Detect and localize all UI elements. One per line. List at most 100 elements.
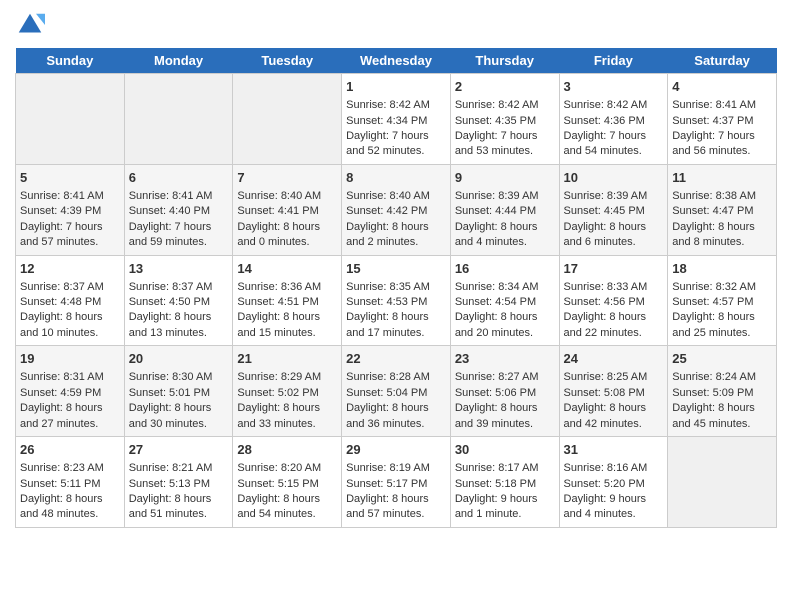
- day-content: Daylight: 8 hours and 42 minutes.: [564, 401, 664, 432]
- day-content: Sunrise: 8:40 AM: [346, 189, 446, 204]
- day-content: Sunset: 4:57 PM: [672, 295, 772, 310]
- day-content: Daylight: 8 hours and 10 minutes.: [20, 310, 120, 341]
- day-number: 24: [564, 350, 664, 368]
- calendar-cell: 10Sunrise: 8:39 AMSunset: 4:45 PMDayligh…: [559, 164, 668, 255]
- header-thursday: Thursday: [450, 48, 559, 74]
- day-number: 10: [564, 169, 664, 187]
- day-number: 5: [20, 169, 120, 187]
- day-content: Sunset: 5:18 PM: [455, 477, 555, 492]
- day-content: Sunrise: 8:42 AM: [346, 98, 446, 113]
- day-content: Sunrise: 8:16 AM: [564, 461, 664, 476]
- calendar-cell: 5Sunrise: 8:41 AMSunset: 4:39 PMDaylight…: [16, 164, 125, 255]
- day-content: Sunrise: 8:29 AM: [237, 370, 337, 385]
- day-number: 23: [455, 350, 555, 368]
- day-content: Sunrise: 8:41 AM: [129, 189, 229, 204]
- calendar-cell: 20Sunrise: 8:30 AMSunset: 5:01 PMDayligh…: [124, 346, 233, 437]
- calendar-cell: 21Sunrise: 8:29 AMSunset: 5:02 PMDayligh…: [233, 346, 342, 437]
- day-content: Sunrise: 8:25 AM: [564, 370, 664, 385]
- day-content: Sunset: 4:37 PM: [672, 114, 772, 129]
- day-number: 17: [564, 260, 664, 278]
- day-content: Sunrise: 8:38 AM: [672, 189, 772, 204]
- day-content: Daylight: 7 hours and 56 minutes.: [672, 129, 772, 160]
- day-content: Sunrise: 8:20 AM: [237, 461, 337, 476]
- calendar-cell: 1Sunrise: 8:42 AMSunset: 4:34 PMDaylight…: [342, 74, 451, 165]
- calendar-header-row: SundayMondayTuesdayWednesdayThursdayFrid…: [16, 48, 777, 74]
- day-content: Daylight: 8 hours and 13 minutes.: [129, 310, 229, 341]
- calendar-week-row: 1Sunrise: 8:42 AMSunset: 4:34 PMDaylight…: [16, 74, 777, 165]
- day-content: Sunset: 4:53 PM: [346, 295, 446, 310]
- day-number: 22: [346, 350, 446, 368]
- calendar-cell: 15Sunrise: 8:35 AMSunset: 4:53 PMDayligh…: [342, 255, 451, 346]
- day-content: Sunrise: 8:41 AM: [672, 98, 772, 113]
- calendar-cell: 12Sunrise: 8:37 AMSunset: 4:48 PMDayligh…: [16, 255, 125, 346]
- day-number: 27: [129, 441, 229, 459]
- day-number: 26: [20, 441, 120, 459]
- day-content: Sunrise: 8:36 AM: [237, 280, 337, 295]
- day-content: Sunset: 4:44 PM: [455, 204, 555, 219]
- day-number: 19: [20, 350, 120, 368]
- day-number: 29: [346, 441, 446, 459]
- day-number: 16: [455, 260, 555, 278]
- day-number: 2: [455, 78, 555, 96]
- day-content: Sunset: 4:41 PM: [237, 204, 337, 219]
- day-content: Sunset: 5:09 PM: [672, 386, 772, 401]
- header-friday: Friday: [559, 48, 668, 74]
- calendar-week-row: 5Sunrise: 8:41 AMSunset: 4:39 PMDaylight…: [16, 164, 777, 255]
- day-content: Daylight: 8 hours and 15 minutes.: [237, 310, 337, 341]
- day-content: Sunset: 5:06 PM: [455, 386, 555, 401]
- day-content: Sunrise: 8:37 AM: [129, 280, 229, 295]
- day-content: Sunrise: 8:32 AM: [672, 280, 772, 295]
- calendar-cell: [233, 74, 342, 165]
- calendar-cell: 3Sunrise: 8:42 AMSunset: 4:36 PMDaylight…: [559, 74, 668, 165]
- day-content: Daylight: 8 hours and 2 minutes.: [346, 220, 446, 251]
- page-header: [15, 10, 777, 40]
- day-content: Daylight: 7 hours and 54 minutes.: [564, 129, 664, 160]
- day-content: Sunset: 5:13 PM: [129, 477, 229, 492]
- calendar-cell: 14 Sunrise: 8:36 AMSunset: 4:51 PMDayligh…: [233, 255, 342, 346]
- day-content: Daylight: 7 hours and 53 minutes.: [455, 129, 555, 160]
- calendar-week-row: 26Sunrise: 8:23 AMSunset: 5:11 PMDayligh…: [16, 437, 777, 528]
- day-content: Daylight: 8 hours and 25 minutes.: [672, 310, 772, 341]
- day-content: Daylight: 8 hours and 30 minutes.: [129, 401, 229, 432]
- calendar-cell: [124, 74, 233, 165]
- header-monday: Monday: [124, 48, 233, 74]
- day-number: 25: [672, 350, 772, 368]
- day-content: Sunrise: 8:24 AM: [672, 370, 772, 385]
- day-content: Sunrise: 8:30 AM: [129, 370, 229, 385]
- logo-icon: [15, 10, 45, 40]
- header-wednesday: Wednesday: [342, 48, 451, 74]
- day-content: Daylight: 8 hours and 54 minutes.: [237, 492, 337, 523]
- calendar-cell: 31Sunrise: 8:16 AMSunset: 5:20 PMDayligh…: [559, 437, 668, 528]
- day-content: Daylight: 8 hours and 39 minutes.: [455, 401, 555, 432]
- day-number: 15: [346, 260, 446, 278]
- day-number: 14: [237, 260, 337, 278]
- day-number: 30: [455, 441, 555, 459]
- day-content: Daylight: 8 hours and 0 minutes.: [237, 220, 337, 251]
- header-tuesday: Tuesday: [233, 48, 342, 74]
- day-content: Daylight: 9 hours and 1 minute.: [455, 492, 555, 523]
- day-content: Sunrise: 8:33 AM: [564, 280, 664, 295]
- calendar-cell: 23 Sunrise: 8:27 AMSunset: 5:06 PMDayligh…: [450, 346, 559, 437]
- calendar-cell: 9Sunrise: 8:39 AMSunset: 4:44 PMDaylight…: [450, 164, 559, 255]
- day-content: Sunrise: 8:31 AM: [20, 370, 120, 385]
- day-number: 9: [455, 169, 555, 187]
- day-content: Sunrise: 8:34 AM: [455, 280, 555, 295]
- calendar-cell: 7Sunrise: 8:40 AMSunset: 4:41 PMDaylight…: [233, 164, 342, 255]
- day-number: 6: [129, 169, 229, 187]
- calendar-cell: 16Sunrise: 8:34 AMSunset: 4:54 PMDayligh…: [450, 255, 559, 346]
- day-content: Sunrise: 8:19 AM: [346, 461, 446, 476]
- day-content: Sunrise: 8:27 AM: [455, 370, 555, 385]
- day-content: Sunset: 5:04 PM: [346, 386, 446, 401]
- day-number: 21: [237, 350, 337, 368]
- day-number: 28: [237, 441, 337, 459]
- day-content: Sunrise: 8:41 AM: [20, 189, 120, 204]
- day-content: Daylight: 8 hours and 51 minutes.: [129, 492, 229, 523]
- day-content: Sunset: 4:39 PM: [20, 204, 120, 219]
- day-number: 18: [672, 260, 772, 278]
- day-content: Sunrise: 8:35 AM: [346, 280, 446, 295]
- calendar-cell: 22Sunrise: 8:28 AMSunset: 5:04 PMDayligh…: [342, 346, 451, 437]
- day-number: 3: [564, 78, 664, 96]
- day-content: Sunset: 4:40 PM: [129, 204, 229, 219]
- day-content: Sunset: 4:51 PM: [237, 295, 337, 310]
- day-content: Daylight: 8 hours and 6 minutes.: [564, 220, 664, 251]
